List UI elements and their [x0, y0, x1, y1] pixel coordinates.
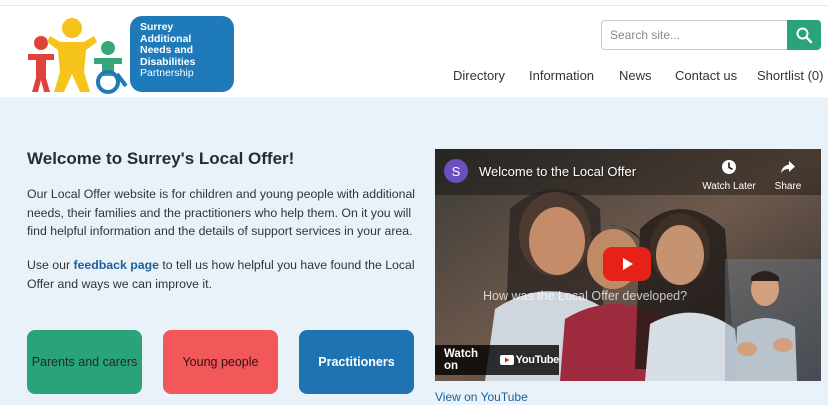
site-header: Surrey Additional Needs and Disabilities… [0, 6, 828, 97]
parents-and-carers-button[interactable]: Parents and carers [27, 330, 142, 394]
youtube-logo: YouTube [499, 354, 560, 366]
watch-later-button[interactable]: Watch Later [699, 159, 759, 192]
feedback-text-pre: Use our [27, 258, 74, 272]
nav-item-news[interactable]: News [619, 68, 652, 83]
play-icon [623, 258, 633, 270]
watch-on-youtube-button[interactable]: Watch on YouTube [435, 345, 559, 375]
site-search [601, 20, 821, 50]
share-label: Share [774, 181, 802, 192]
page-title: Welcome to Surrey's Local Offer! [27, 149, 295, 168]
nav-item-contact-us[interactable]: Contact us [675, 68, 737, 83]
nav-item-directory[interactable]: Directory [453, 68, 505, 83]
main-nav: Directory Information News Contact us Sh… [0, 68, 828, 88]
watch-later-label: Watch Later [702, 181, 756, 192]
logo-line: Surrey [140, 21, 174, 33]
practitioners-button[interactable]: Practitioners [299, 330, 414, 394]
clock-icon [722, 160, 736, 174]
search-icon [796, 27, 813, 44]
feedback-page-link[interactable]: feedback page [73, 258, 158, 272]
young-people-button[interactable]: Young people [163, 330, 278, 394]
view-on-youtube-link[interactable]: View on YouTube [435, 390, 528, 404]
youtube-video-player[interactable]: S Welcome to the Local Offer Watch Later… [435, 149, 821, 381]
nav-item-shortlist[interactable]: Shortlist (0) [757, 68, 823, 83]
logo-line: Needs and [140, 44, 194, 56]
share-button[interactable]: Share [758, 159, 818, 192]
search-input[interactable] [601, 20, 787, 50]
video-title[interactable]: Welcome to the Local Offer [479, 164, 636, 179]
play-button[interactable] [603, 247, 651, 281]
share-arrow-icon [781, 161, 795, 173]
watch-on-label: Watch on [444, 348, 479, 372]
youtube-play-icon [499, 355, 514, 365]
main-content: Welcome to Surrey's Local Offer! Our Loc… [0, 97, 828, 405]
video-caption: How was the Local Offer developed? [483, 289, 688, 303]
nav-item-information[interactable]: Information [529, 68, 594, 83]
intro-text: Our Local Offer website is for children … [27, 187, 416, 238]
channel-avatar[interactable]: S [444, 159, 468, 183]
search-button[interactable] [787, 20, 821, 50]
youtube-wordmark: YouTube [515, 354, 560, 366]
feedback-text: Use our feedback page to tell us how hel… [27, 256, 422, 293]
